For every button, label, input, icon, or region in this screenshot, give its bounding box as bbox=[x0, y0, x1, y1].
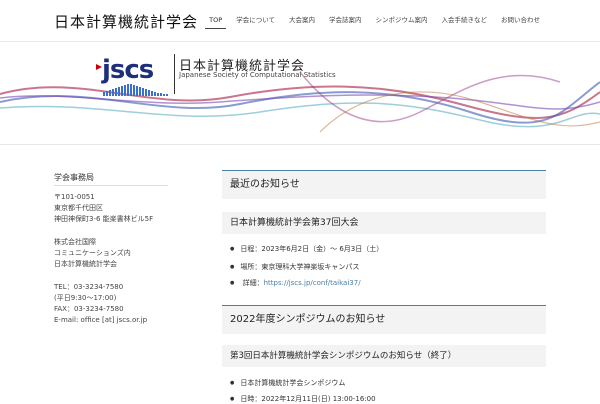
symposium-section-title: 2022年度シンポジウムのお知らせ bbox=[230, 314, 386, 325]
main-nav: TOP 学会について 大会案内 学会誌案内 シンポジウム案内 入会手続きなど お… bbox=[205, 12, 544, 29]
meeting-detail: 詳細：https://jscs.jp/conf/taikai37/ bbox=[230, 278, 361, 288]
meeting-date: 日程：2023年6月2日（金）～ 6月3日（土） bbox=[230, 244, 383, 254]
meeting-title: 日本計算機統計学会第37回大会 bbox=[230, 218, 359, 228]
symposium-section-heading: 2022年度シンポジウムのお知らせ bbox=[222, 305, 546, 334]
nav-membership[interactable]: 入会手続きなど bbox=[438, 12, 492, 28]
latest-news-title: 最近のお知らせ bbox=[230, 179, 300, 190]
sidebar-divider bbox=[54, 185, 168, 186]
symposium-title: 第3回日本計算機統計学会シンポジウムのお知らせ（終了） bbox=[230, 351, 457, 361]
logo-english: Japanese Society of Computational Statis… bbox=[179, 71, 336, 79]
sidebar-organization: 株式会社国際 コミュニケーションズ内 日本計算機統計学会 bbox=[54, 238, 131, 268]
nav-contact[interactable]: お問い合わせ bbox=[497, 12, 544, 28]
sidebar-title: 学会事務局 bbox=[54, 173, 94, 182]
meeting-detail-label: 詳細： bbox=[242, 279, 264, 287]
nav-journal[interactable]: 学会誌案内 bbox=[325, 12, 366, 28]
sidebar-contact: TEL：03-3234-7580 (平日9:30～17:00) FAX：03-3… bbox=[54, 283, 148, 324]
nav-symposium[interactable]: シンポジウム案内 bbox=[372, 12, 432, 28]
site-title[interactable]: 日本計算機統計学会 bbox=[54, 11, 198, 32]
meeting-venue: 場所：東京理科大学神楽坂キャンパス bbox=[230, 262, 359, 272]
meeting-heading: 日本計算機統計学会第37回大会 bbox=[222, 212, 546, 234]
meeting-url-link[interactable]: https://jscs.jp/conf/taikai37/ bbox=[264, 279, 361, 287]
logo-mark: jscs bbox=[102, 55, 154, 85]
nav-about[interactable]: 学会について bbox=[232, 12, 279, 28]
symposium-item-2: 日時：2022年12月11日(日) 13:00-16:00 bbox=[230, 394, 375, 404]
sidebar-address: 〒101-0051 東京都千代田区 神田神保町3-6 能楽書林ビル5F bbox=[54, 193, 154, 223]
logo-divider bbox=[174, 54, 175, 94]
symposium-item-1: 日本計算機統計学会シンポジウム bbox=[230, 378, 345, 388]
symposium-heading: 第3回日本計算機統計学会シンポジウムのお知らせ（終了） bbox=[222, 345, 546, 367]
nav-conference[interactable]: 大会案内 bbox=[285, 12, 319, 28]
nav-top[interactable]: TOP bbox=[205, 12, 227, 29]
latest-news-heading: 最近のお知らせ bbox=[222, 170, 546, 199]
